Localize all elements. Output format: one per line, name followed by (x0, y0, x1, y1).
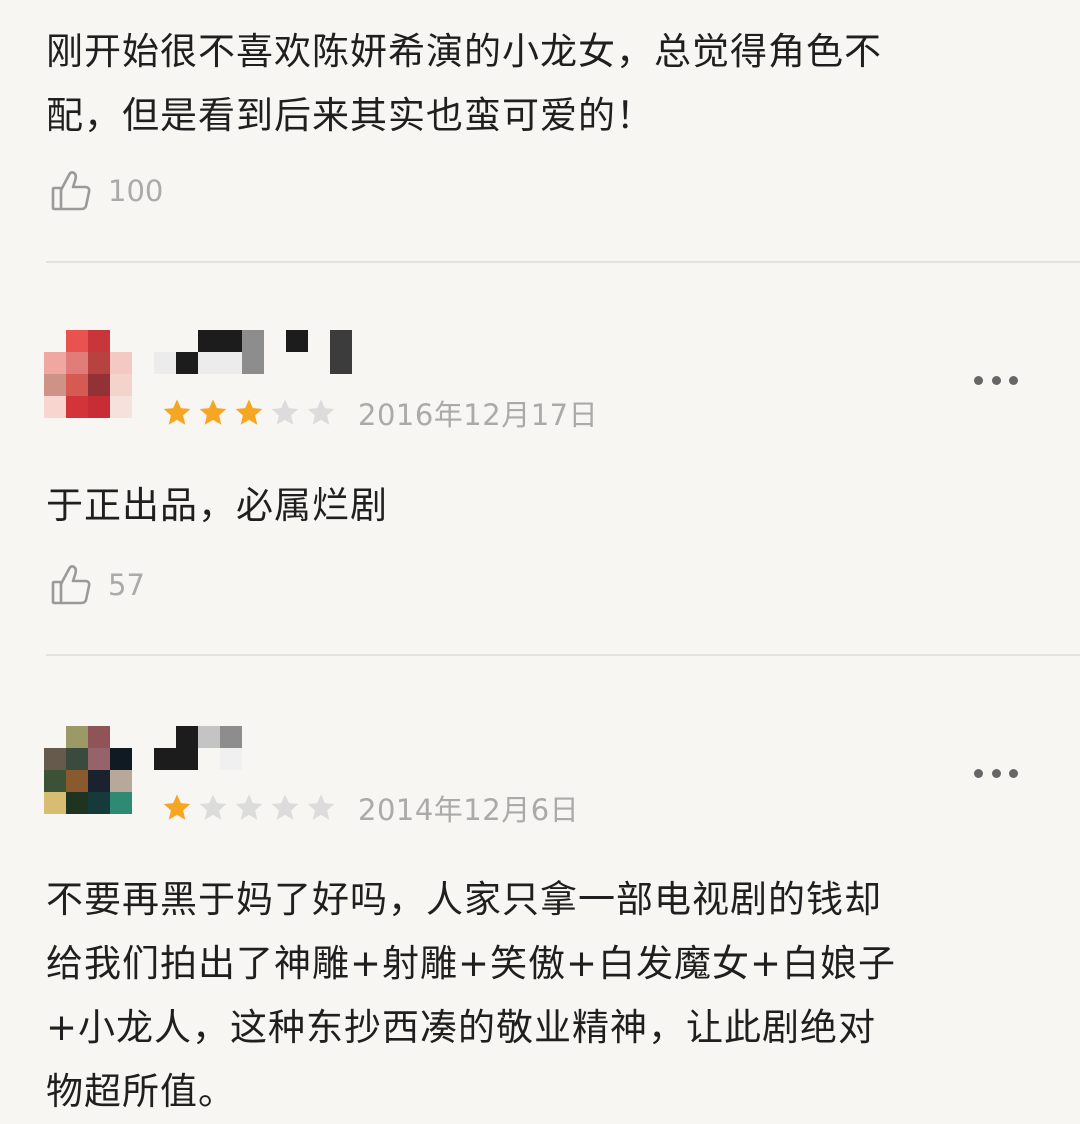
star-icon (235, 399, 263, 425)
like-button[interactable]: 100 (50, 169, 163, 213)
review-line: 物超所值。 (46, 1070, 236, 1113)
star-icon (307, 399, 335, 425)
review-text: 不要再黑于妈了好吗，人家只拿一部电视剧的钱却 给我们拍出了神雕+射雕+笑傲+白发… (46, 868, 1046, 1124)
more-horizontal-icon (1009, 376, 1018, 385)
star-icon (307, 794, 335, 820)
avatar[interactable] (44, 726, 132, 814)
star-rating: 2016年12月17日 (160, 395, 599, 432)
more-horizontal-icon (991, 376, 1001, 385)
more-button[interactable] (974, 769, 1018, 781)
star-icon (199, 794, 227, 820)
star-icon (163, 399, 191, 425)
more-horizontal-icon (1009, 769, 1018, 778)
star-icon (271, 399, 299, 425)
like-count: 57 (108, 568, 145, 602)
review-line: 不要再黑于妈了好吗，人家只拿一部电视剧的钱却 (46, 878, 882, 921)
thumbs-up-icon (51, 565, 91, 605)
review-line: 于正出品，必属烂剧 (46, 484, 388, 527)
more-horizontal-icon (991, 769, 1001, 778)
star-icon (199, 399, 227, 425)
comment-text: 刚开始很不喜欢陈妍希演的小龙女，总觉得角色不 配，但是看到后来其实也蛮可爱的！ (46, 20, 1046, 148)
review-line: +小龙人，这种东抄西凑的敬业精神，让此剧绝对 (46, 1006, 877, 1049)
divider (46, 261, 1080, 263)
more-horizontal-icon (974, 376, 983, 385)
review-line: 给我们拍出了神雕+射雕+笑傲+白发魔女+白娘子 (46, 942, 897, 985)
review-text: 于正出品，必属烂剧 (46, 474, 1046, 538)
review-date: 2016年12月17日 (358, 398, 599, 432)
review-date: 2014年12月6日 (358, 793, 580, 827)
star-rating: 2014年12月6日 (160, 790, 580, 827)
more-horizontal-icon (974, 769, 983, 778)
more-button[interactable] (974, 376, 1018, 388)
comment-line: 刚开始很不喜欢陈妍希演的小龙女，总觉得角色不 (46, 30, 882, 73)
thumbs-up-icon (51, 171, 91, 211)
comment-line: 配，但是看到后来其实也蛮可爱的！ (46, 94, 654, 137)
like-count: 100 (108, 174, 164, 208)
star-icon (235, 794, 263, 820)
avatar[interactable] (44, 330, 132, 418)
like-button[interactable]: 57 (50, 563, 145, 607)
star-icon (271, 794, 299, 820)
divider (46, 654, 1080, 656)
star-icon (163, 794, 191, 820)
username[interactable] (154, 726, 242, 770)
username[interactable] (154, 330, 352, 374)
